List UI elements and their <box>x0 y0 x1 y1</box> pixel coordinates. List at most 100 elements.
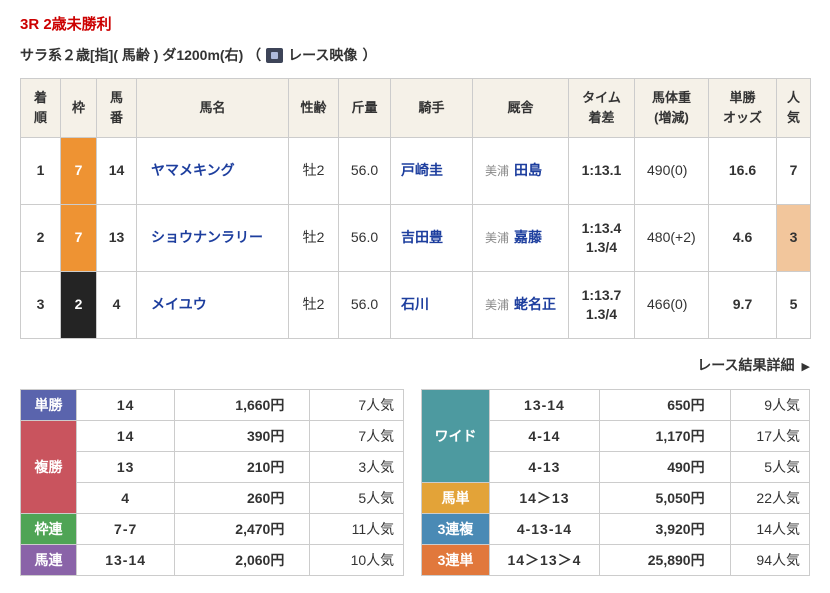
stable-region: 美浦 <box>485 231 510 246</box>
payout-amount: 3,920円 <box>599 513 731 546</box>
finish-margin: 1.3/4 <box>585 306 618 323</box>
payout-popularity: 5人気 <box>729 451 811 484</box>
horse-name-link[interactable]: ショウナンラリー <box>151 229 263 245</box>
race-result-page: 3R 2歳未勝利 サラ系２歳[指]( 馬齢 ) ダ1200m(右) （ レース映… <box>0 0 830 577</box>
jockey-link[interactable]: 戸崎圭 <box>401 162 443 178</box>
horse-number: 14 <box>96 137 137 206</box>
race-title: 3R 2歳未勝利 <box>20 16 112 33</box>
payout-popularity: 94人気 <box>729 544 811 577</box>
payout-popularity: 17人気 <box>729 420 811 453</box>
weight-carried: 56.0 <box>338 271 391 340</box>
combination: 14＞13 <box>488 482 601 515</box>
sex-age: 牡2 <box>288 271 339 340</box>
trainer-link[interactable]: 嘉藤 <box>514 229 542 245</box>
payout-row: 複勝 14 390円 7人気 <box>19 420 405 515</box>
jockey-link[interactable]: 吉田豊 <box>401 229 443 245</box>
payout-row: ワイド 13-14 650円 9人気 <box>421 389 811 484</box>
col-header-horse-name: 馬名 <box>136 77 289 139</box>
payout-popularity: 9人気 <box>729 389 811 422</box>
payout-popularity: 7人気 <box>309 420 405 453</box>
bet-type-trio: 3連複 <box>421 513 490 546</box>
payout-amount: 5,050円 <box>599 482 731 515</box>
payout-amount: 2,470円 <box>174 513 311 546</box>
body-weight: 466(0) <box>634 271 709 340</box>
payout-table-left: 単勝 14 1,660円 7人気 複勝 14 390円 7人気 13 210円 … <box>19 389 405 577</box>
horse-name-link[interactable]: ヤマメキング <box>151 162 235 178</box>
combination: 13-14 <box>76 544 176 577</box>
payout-amount: 25,890円 <box>599 544 731 577</box>
payout-amount: 1,660円 <box>174 389 311 422</box>
payout-row: 3連単 14＞13＞4 25,890円 94人気 <box>421 544 811 577</box>
popularity: 7 <box>776 137 811 206</box>
frame-number: 7 <box>60 137 97 206</box>
race-conditions: サラ系２歳[指]( 馬齢 ) ダ1200m(右) （ レース映像 ） <box>20 45 810 65</box>
col-header-frame: 枠 <box>60 77 97 139</box>
combination: 13-14 <box>488 389 601 422</box>
col-header-jockey: 騎手 <box>390 77 473 139</box>
finish-margin: 1.3/4 <box>585 239 618 256</box>
payout-popularity: 22人気 <box>729 482 811 515</box>
combination: 4 <box>76 482 176 515</box>
race-video-link[interactable]: レース映像 <box>288 45 357 65</box>
col-header-body-weight: 馬体重 (増減) <box>634 77 709 139</box>
finish-position: 1 <box>20 137 61 206</box>
frame-number: 7 <box>60 204 97 273</box>
horse-number: 4 <box>96 271 137 340</box>
body-weight: 490(0) <box>634 137 709 206</box>
sex-age: 牡2 <box>288 137 339 206</box>
trainer-link[interactable]: 蛯名正 <box>514 296 556 312</box>
col-header-time-margin: タイム 着差 <box>568 77 635 139</box>
combination: 14 <box>76 420 176 453</box>
bet-type-win: 単勝 <box>19 389 78 422</box>
trainer-link[interactable]: 田島 <box>514 162 542 178</box>
bet-type-trifecta: 3連単 <box>421 544 490 577</box>
horse-name-link[interactable]: メイユウ <box>151 296 207 312</box>
col-header-sex-age: 性齢 <box>288 77 339 139</box>
win-odds: 16.6 <box>708 137 777 206</box>
stable-region: 美浦 <box>485 298 510 313</box>
detail-link-row: レース結果詳細 ▶ <box>20 355 810 375</box>
jockey-link[interactable]: 石川 <box>401 296 429 312</box>
payout-row: 13 210円 3人気 <box>21 451 405 484</box>
result-row-1: 1 7 14 ヤマメキング 牡2 56.0 戸崎圭 美浦 田島 1:13.1 49… <box>20 137 811 206</box>
payout-popularity: 7人気 <box>309 389 405 422</box>
finish-time: 1:13.4 <box>581 219 622 236</box>
combination: 14＞13＞4 <box>488 544 601 577</box>
race-result-detail-link[interactable]: レース結果詳細 ▶ <box>697 357 810 373</box>
payout-amount: 1,170円 <box>599 420 731 453</box>
race-results-table: 着 順 枠 馬 番 馬名 性齢 斤量 騎手 厩舎 タイム 着差 馬体重 (増減)… <box>20 77 811 340</box>
col-header-horse-number: 馬 番 <box>96 77 137 139</box>
payout-section: 単勝 14 1,660円 7人気 複勝 14 390円 7人気 13 210円 … <box>19 389 811 577</box>
col-header-stable: 厩舎 <box>472 77 569 139</box>
combination: 7-7 <box>76 513 176 546</box>
popularity: 5 <box>776 271 811 340</box>
combination: 14 <box>76 389 176 422</box>
combination: 4-13-14 <box>488 513 601 546</box>
payout-popularity: 10人気 <box>309 544 405 577</box>
weight-carried: 56.0 <box>338 137 391 206</box>
race-conditions-close: ） <box>362 47 377 63</box>
horse-number: 13 <box>96 204 137 273</box>
bet-type-quinella: 馬連 <box>19 544 78 577</box>
col-header-popularity: 人 気 <box>776 77 811 139</box>
finish-position: 3 <box>20 271 61 340</box>
stable-region: 美浦 <box>485 164 510 179</box>
payout-popularity: 14人気 <box>729 513 811 546</box>
finish-time: 1:13.1 <box>581 162 622 179</box>
frame-number: 2 <box>60 271 97 340</box>
col-header-weight-carried: 斤量 <box>338 77 391 139</box>
bet-type-bracket-quinella: 枠連 <box>19 513 78 546</box>
payout-popularity: 5人気 <box>309 482 405 515</box>
payout-popularity: 11人気 <box>309 513 405 546</box>
bet-type-exacta: 馬単 <box>421 482 490 515</box>
payout-amount: 650円 <box>599 389 731 422</box>
result-row-3: 3 2 4 メイユウ 牡2 56.0 石川 美浦 蛯名正 1:13.7 1.3/4… <box>20 271 811 340</box>
payout-popularity: 3人気 <box>309 451 405 484</box>
finish-time: 1:13.7 <box>581 286 622 303</box>
payout-amount: 210円 <box>174 451 311 484</box>
payout-amount: 260円 <box>174 482 311 515</box>
bet-type-wide: ワイド <box>421 389 490 484</box>
sex-age: 牡2 <box>288 204 339 273</box>
combination: 13 <box>76 451 176 484</box>
col-header-win-odds: 単勝 オッズ <box>708 77 777 139</box>
